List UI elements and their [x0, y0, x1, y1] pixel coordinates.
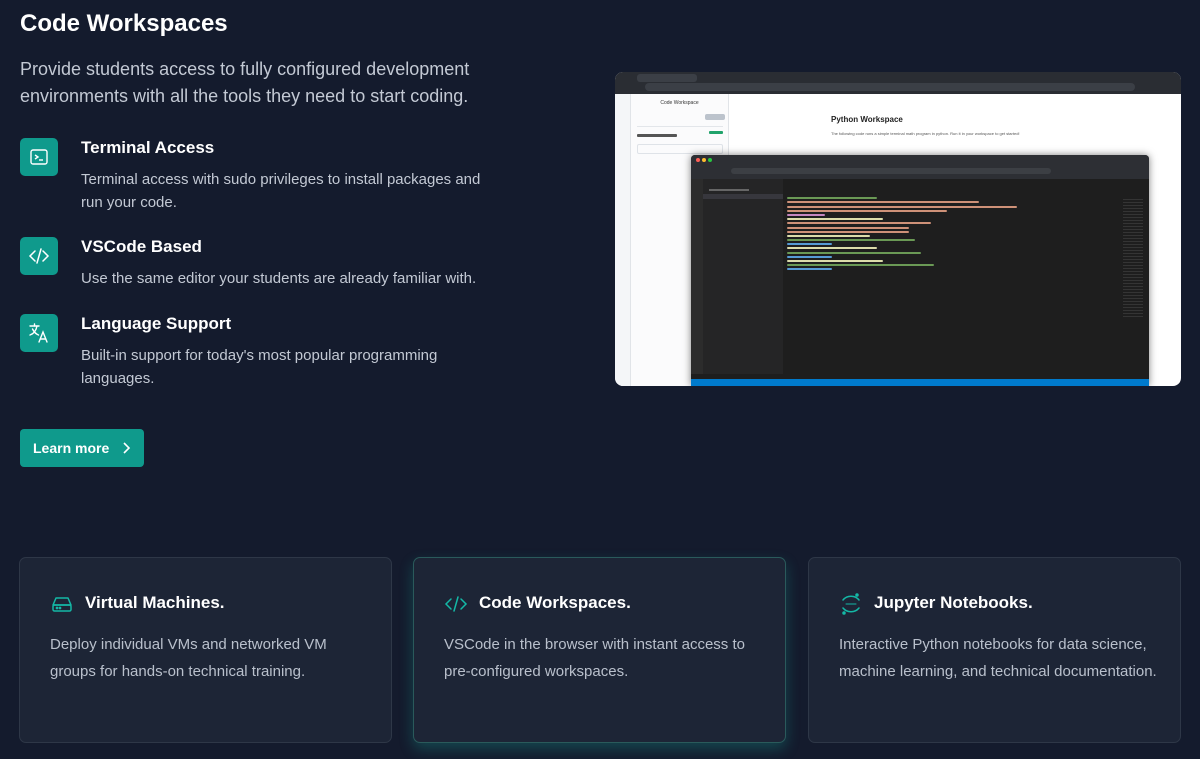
activity-bar [691, 179, 703, 374]
vscode-url-bar [731, 168, 1051, 174]
chevron-right-icon [121, 441, 131, 455]
code-editor [787, 195, 1107, 273]
url-bar [645, 83, 1135, 91]
jupyter-icon [839, 592, 863, 616]
card-title: Jupyter Notebooks. [874, 593, 1033, 612]
card-desc: Interactive Python notebooks for data sc… [839, 636, 1157, 680]
status-badge [709, 131, 723, 134]
maximize-dot [708, 158, 712, 162]
card-virtual-machines[interactable]: Virtual Machines. Deploy individual VMs … [19, 557, 392, 743]
browser-tab [637, 74, 697, 82]
panel-title: Code Workspace [660, 100, 699, 106]
explorer-item [709, 189, 749, 191]
explorer-panel [703, 179, 783, 374]
learn-more-button[interactable]: Learn more [20, 429, 144, 467]
server-icon [50, 592, 74, 616]
code-icon [444, 592, 468, 616]
close-dot [696, 158, 700, 162]
intro-text: Provide students access to fully configu… [20, 59, 470, 106]
code-icon [20, 237, 58, 275]
feature-desc: Terminal access with sudo privileges to … [81, 171, 481, 211]
explorer-item-selected [703, 194, 783, 199]
panel-controls [637, 144, 723, 154]
learn-more-label: Learn more [33, 440, 110, 456]
feature-desc: Use the same editor your students are al… [81, 270, 477, 287]
app-sidebar [615, 94, 631, 386]
minimap [1123, 199, 1143, 319]
card-jupyter-notebooks[interactable]: Jupyter Notebooks. Interactive Python no… [808, 557, 1181, 743]
card-title: Code Workspaces. [479, 593, 631, 612]
vscode-window [691, 155, 1149, 386]
minimize-dot [702, 158, 706, 162]
card-title: Virtual Machines. [85, 593, 225, 612]
feature-title: VSCode Based [81, 237, 202, 256]
status-bar [691, 379, 1149, 386]
panel-button [705, 114, 725, 120]
browser-chrome [615, 72, 1181, 94]
workspace-title: Python Workspace [831, 115, 903, 124]
terminal-icon [20, 138, 58, 176]
divider [637, 126, 723, 127]
card-desc: Deploy individual VMs and networked VM g… [50, 636, 327, 680]
card-desc: VSCode in the browser with instant acces… [444, 636, 745, 680]
feature-desc: Built-in support for today's most popula… [81, 347, 438, 387]
card-code-workspaces[interactable]: Code Workspaces. VSCode in the browser w… [413, 557, 786, 743]
page-title: Code Workspaces [20, 10, 228, 37]
translate-icon [20, 314, 58, 352]
vscode-titlebar [691, 155, 1149, 179]
workspace-desc: The following code runs a simple termina… [831, 131, 1020, 136]
product-screenshot: Code Workspace Python Workspace The foll… [615, 72, 1181, 386]
list-item [637, 134, 677, 137]
feature-title: Terminal Access [81, 138, 215, 157]
feature-title: Language Support [81, 314, 232, 333]
